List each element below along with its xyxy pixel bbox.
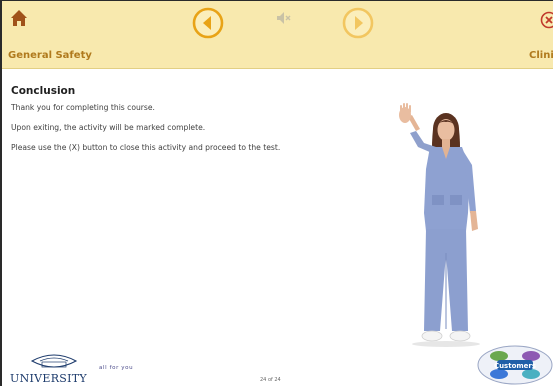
page-counter: 24 of 24: [260, 377, 281, 383]
close-button[interactable]: [540, 11, 553, 29]
forward-arrow-icon: [342, 7, 374, 39]
tagline: all for you: [99, 365, 134, 371]
speaker-muted-icon: [277, 12, 291, 24]
section-title: Clinical: [529, 50, 553, 61]
player-toolbar: General Safety Clinical: [2, 1, 553, 69]
slide-content: Conclusion Thank you for completing this…: [11, 85, 391, 163]
course-title: General Safety: [8, 50, 92, 61]
customers-badge-label: Customers: [494, 362, 536, 370]
slide-heading: Conclusion: [11, 85, 76, 97]
customers-badge: Customers: [477, 345, 553, 385]
paragraph-instruction: Please use the (X) button to close this …: [11, 143, 281, 152]
back-arrow-icon: [192, 7, 224, 39]
next-button[interactable]: [342, 7, 374, 39]
previous-button[interactable]: [192, 7, 224, 39]
logo-seal-emblem: [30, 354, 78, 368]
close-x-icon: [540, 11, 553, 29]
paragraph-exit: Upon exiting, the activity will be marke…: [11, 123, 206, 132]
course-player-window: General Safety Clinical Conclusion Thank…: [0, 0, 553, 386]
nurse-waving-illustration: [399, 103, 480, 347]
paragraph-thanks: Thank you for completing this course.: [11, 103, 155, 112]
mute-button[interactable]: [275, 10, 291, 26]
home-icon: [11, 10, 27, 26]
university-logo: UNIVERSITY: [10, 351, 96, 385]
logo-text: UNIVERSITY: [10, 372, 87, 385]
home-button[interactable]: [10, 9, 28, 27]
